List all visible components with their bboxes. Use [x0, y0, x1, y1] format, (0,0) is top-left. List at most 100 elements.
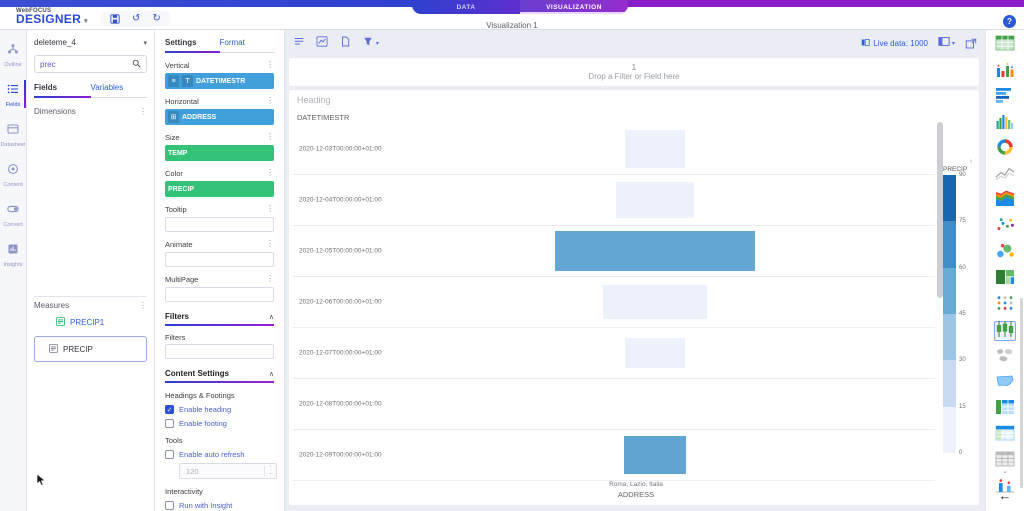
kebab-menu-icon[interactable]: ⋮: [139, 302, 147, 310]
sidebar-item-content[interactable]: Content: [0, 158, 26, 198]
chart-type-horizontal-bar[interactable]: [994, 87, 1016, 107]
kebab-menu-icon[interactable]: ⋮: [266, 133, 274, 141]
field-pill-address[interactable]: ⊞ADDRESS: [165, 109, 274, 125]
kebab-menu-icon[interactable]: ⋮: [266, 61, 274, 69]
legend-ramp-segment: [943, 175, 956, 221]
field-pill-temp[interactable]: TEMP: [165, 145, 274, 161]
top-tab-visualization[interactable]: VISUALIZATION: [520, 0, 628, 14]
measure-name: PRECIP: [63, 345, 93, 354]
kebab-menu-icon[interactable]: ⋮: [266, 240, 274, 248]
kebab-menu-icon[interactable]: ⋮: [266, 97, 274, 105]
matrix-bar[interactable]: [625, 338, 685, 368]
chart-type-map[interactable]: [994, 347, 1016, 367]
layout-picker-button[interactable]: ▾: [938, 34, 955, 52]
bucket-drop-box[interactable]: [165, 217, 274, 232]
chart-type-area[interactable]: [994, 191, 1016, 211]
pill-label: PRECIP: [168, 186, 194, 193]
collapse-chevron-icon[interactable]: ∧: [269, 370, 274, 378]
help-button[interactable]: ?: [1003, 15, 1016, 28]
bucket-drop-box[interactable]: [165, 287, 274, 302]
chart-type-line[interactable]: [994, 165, 1016, 185]
filters-section-header: Filters ∧: [165, 312, 274, 326]
kebab-menu-icon[interactable]: ⋮: [266, 275, 274, 283]
checkbox-enable-heading[interactable]: ✓Enable heading: [165, 405, 274, 414]
measure-item-precip[interactable]: PRECIP: [34, 336, 147, 362]
chart-type-bar-chart[interactable]: [994, 61, 1016, 81]
chart-type-treemap[interactable]: [994, 269, 1016, 289]
filter-dropzone[interactable]: 1 Drop a Filter or Field here: [289, 58, 979, 86]
chart-type-scatter[interactable]: [994, 217, 1016, 237]
kebab-menu-icon[interactable]: ⋮: [266, 205, 274, 213]
badge-icon: [7, 242, 19, 260]
data-visualization-switcher: DATAVISUALIZATION: [412, 0, 628, 14]
chart-row: 2020-12-09T00:00:00+01:00: [293, 430, 935, 481]
field-search-box[interactable]: [34, 55, 147, 73]
collapse-chevron-icon[interactable]: ∧: [269, 313, 274, 321]
tab-settings[interactable]: Settings: [165, 38, 220, 53]
sidebar-item-insights[interactable]: Insights: [0, 238, 26, 278]
checkbox-box[interactable]: [165, 419, 174, 428]
filter-toolbar-button[interactable]: ▾: [362, 34, 379, 52]
kebab-menu-icon[interactable]: ⋮: [266, 169, 274, 177]
checkbox-enable-footing[interactable]: Enable footing: [165, 419, 274, 428]
tab-format[interactable]: Format: [220, 38, 275, 52]
chart-type-table[interactable]: [994, 35, 1016, 55]
chart-type-dot-matrix[interactable]: [994, 295, 1016, 315]
search-input[interactable]: [40, 60, 132, 69]
field-pill-datetimestr[interactable]: ≡TDATETIMESTR: [165, 73, 274, 89]
matrix-bar[interactable]: [625, 130, 685, 168]
summary-toolbar-button[interactable]: [293, 34, 305, 52]
chart-type-choropleth[interactable]: [994, 373, 1016, 393]
page-toolbar-button[interactable]: [339, 34, 351, 52]
checkbox-box[interactable]: ✓: [165, 405, 174, 414]
sidebar-item-fields[interactable]: Fields: [0, 78, 26, 118]
number-stepper[interactable]: ⌃⌄: [264, 466, 276, 476]
sidebar-item-convert[interactable]: Convert: [0, 198, 26, 238]
checkbox-box[interactable]: [165, 501, 174, 510]
heading-placeholder[interactable]: Heading: [297, 95, 331, 105]
x-axis-title: ADDRESS: [383, 490, 889, 499]
measure-item-precip1[interactable]: PRECIP1: [34, 310, 147, 334]
matrix-bar[interactable]: [555, 231, 755, 271]
chart-type-boxplot[interactable]: [994, 321, 1016, 341]
chart-type-tree-table[interactable]: [994, 399, 1016, 419]
kebab-menu-icon[interactable]: ⋮: [139, 108, 147, 116]
sidebar-item-label: Convert: [3, 222, 22, 228]
open-in-new-window-button[interactable]: [965, 38, 977, 49]
tab-variables[interactable]: Variables: [91, 83, 148, 97]
chart-type-histogram[interactable]: [994, 113, 1016, 133]
matrix-bar[interactable]: [603, 285, 707, 319]
sidebar-item-datasheet[interactable]: Datasheet: [0, 118, 26, 158]
checkbox-box[interactable]: [165, 450, 174, 459]
chart-type-grid-plain[interactable]: [994, 451, 1016, 471]
dataset-selector[interactable]: deleteme_4 ▾: [34, 38, 147, 47]
auto-refresh-seconds-input[interactable]: 120⌃⌄: [179, 463, 277, 479]
checkbox-run-with-insight[interactable]: Run with Insight: [165, 501, 274, 510]
matrix-bar[interactable]: [624, 436, 686, 474]
aperture-icon: [7, 162, 19, 180]
tab-fields[interactable]: Fields: [34, 83, 91, 98]
boxplot-icon: [995, 320, 1015, 343]
group-label: Tools: [165, 436, 274, 445]
row-date-label: 2020-12-06T00:00:00+01:00: [299, 299, 382, 306]
bucket-drop-box[interactable]: [165, 252, 274, 267]
content-settings-header: Content Settings ∧: [165, 369, 274, 383]
chart-toolbar-button[interactable]: [316, 34, 328, 52]
top-tab-data[interactable]: DATA: [412, 0, 520, 14]
chart-type-donut[interactable]: [994, 139, 1016, 159]
chart-type-bubble[interactable]: [994, 243, 1016, 263]
bucket-label: Size: [165, 133, 180, 142]
chart-type-combo[interactable]: [994, 477, 1016, 497]
checkbox-enable-auto-refresh[interactable]: Enable auto refresh: [165, 450, 274, 459]
filters-drop-box[interactable]: [165, 344, 274, 359]
chart-type-data-grid[interactable]: [994, 425, 1016, 445]
field-pill-precip[interactable]: PRECIP: [165, 181, 274, 197]
pill-label: TEMP: [168, 150, 187, 157]
sidebar-item-outline[interactable]: Outline: [0, 38, 26, 78]
live-data-button[interactable]: Live data: 1000: [861, 38, 928, 49]
combo-icon: [995, 476, 1015, 499]
chart-card: Heading DATETIMESTR 2020-12-03T00:00:00+…: [289, 90, 979, 505]
matrix-bar[interactable]: [616, 182, 694, 218]
legend-expand-icon[interactable]: ›: [943, 158, 976, 165]
rail-scrollbar[interactable]: [1020, 298, 1023, 488]
